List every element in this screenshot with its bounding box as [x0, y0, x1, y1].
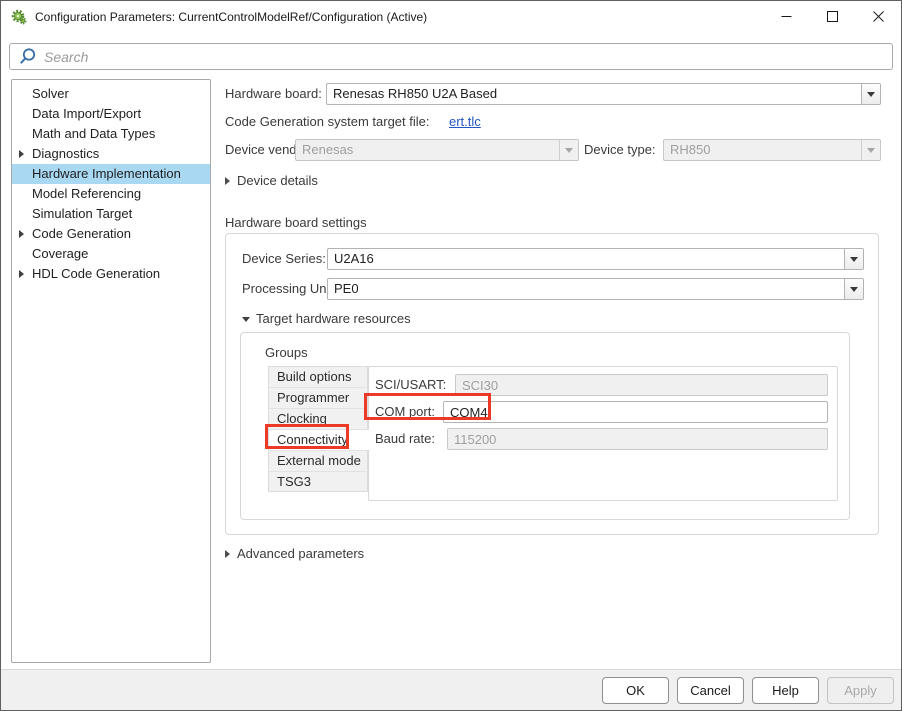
groups-tab-clocking[interactable]: Clocking — [268, 408, 368, 429]
sidebar-item-label: Code Generation — [32, 226, 131, 241]
groups-tab-connectivity[interactable]: Connectivity — [268, 429, 369, 450]
device-series-combobox[interactable]: U2A16 — [327, 248, 864, 270]
sidebar-item-diagnostics[interactable]: Diagnostics — [12, 144, 210, 164]
window-title: Configuration Parameters: CurrentControl… — [35, 1, 427, 33]
groups-tab-tsg3[interactable]: TSG3 — [268, 471, 368, 492]
chevron-down-icon — [559, 140, 578, 160]
com-port-field[interactable] — [443, 401, 828, 423]
com-port-label: COM port: — [375, 401, 435, 423]
maximize-button[interactable] — [809, 1, 855, 32]
sidebar-item-label: HDL Code Generation — [32, 266, 160, 281]
processing-unit-label: Processing Unit: — [242, 278, 337, 300]
groups-tab-strip: Build options Programmer Clocking Connec… — [268, 366, 369, 492]
sidebar-item-hardware-implementation[interactable]: Hardware Implementation — [12, 164, 210, 184]
groups-tab-build-options[interactable]: Build options — [268, 366, 368, 387]
com-port-row: COM port: — [369, 401, 837, 423]
chevron-down-icon[interactable] — [861, 84, 880, 104]
target-file-label: Code Generation system target file: — [225, 112, 430, 132]
sidebar-item-coverage[interactable]: Coverage — [12, 244, 210, 264]
sci-usart-field — [455, 374, 828, 396]
device-series-label: Device Series: — [242, 248, 326, 270]
device-type-value: RH850 — [664, 140, 861, 160]
triangle-right-icon — [225, 177, 230, 185]
sidebar-item-code-generation[interactable]: Code Generation — [12, 224, 210, 244]
sidebar-item-label: Model Referencing — [32, 186, 141, 201]
sidebar-item-label: Math and Data Types — [32, 126, 155, 141]
device-vendor-combobox: Renesas — [295, 139, 579, 161]
target-hardware-resources-toggle[interactable]: Target hardware resources — [242, 311, 411, 327]
device-vendor-value: Renesas — [296, 140, 559, 160]
sidebar-item-math-and-data-types[interactable]: Math and Data Types — [12, 124, 210, 144]
category-tree: Solver Data Import/Export Math and Data … — [11, 79, 211, 663]
hardware-board-settings-group: Device Series: U2A16 Processing Unit: PE… — [225, 233, 879, 535]
search-icon — [18, 47, 37, 66]
sidebar-item-model-referencing[interactable]: Model Referencing — [12, 184, 210, 204]
ert-tlc-link[interactable]: ert.tlc — [449, 112, 481, 132]
search-bar — [9, 43, 893, 70]
close-button[interactable] — [855, 1, 901, 32]
sidebar-item-solver[interactable]: Solver — [12, 84, 210, 104]
main-panel: Hardware board: Renesas RH850 U2A Based … — [225, 79, 885, 663]
sidebar-item-label: Hardware Implementation — [32, 166, 181, 181]
sidebar-item-data-import-export[interactable]: Data Import/Export — [12, 104, 210, 124]
footer-bar: OK Cancel Help Apply — [1, 669, 901, 710]
target-hardware-resources-group: Groups Build options Programmer Clocking… — [240, 332, 850, 520]
target-hardware-resources-label: Target hardware resources — [256, 311, 411, 326]
triangle-right-icon — [225, 550, 230, 558]
help-button[interactable]: Help — [752, 677, 819, 704]
chevron-down-icon — [861, 140, 880, 160]
window-controls — [763, 1, 901, 32]
triangle-down-icon — [242, 317, 250, 322]
baud-rate-row: Baud rate: — [369, 428, 837, 450]
device-series-value: U2A16 — [328, 249, 844, 269]
sidebar-item-label: Data Import/Export — [32, 106, 141, 121]
simulink-config-gear-icon — [11, 9, 27, 25]
device-details-toggle[interactable]: Device details — [225, 173, 318, 189]
connectivity-panel: SCI/USART: COM port: Baud rate: — [368, 366, 838, 501]
device-details-label: Device details — [237, 173, 318, 188]
groups-tab-external-mode[interactable]: External mode — [268, 450, 368, 471]
configuration-parameters-window: Configuration Parameters: CurrentControl… — [0, 0, 902, 711]
minimize-button[interactable] — [763, 1, 809, 32]
sidebar-item-hdl-code-generation[interactable]: HDL Code Generation — [12, 264, 210, 284]
advanced-parameters-label: Advanced parameters — [237, 546, 364, 561]
sidebar-item-label: Diagnostics — [32, 146, 99, 161]
hardware-board-label: Hardware board: — [225, 83, 322, 105]
advanced-parameters-toggle[interactable]: Advanced parameters — [225, 546, 364, 562]
sidebar-item-simulation-target[interactable]: Simulation Target — [12, 204, 210, 224]
chevron-down-icon[interactable] — [844, 249, 863, 269]
processing-unit-combobox[interactable]: PE0 — [327, 278, 864, 300]
sidebar-item-label: Solver — [32, 86, 69, 101]
sci-usart-row: SCI/USART: — [369, 374, 837, 396]
device-type-label: Device type: — [584, 139, 656, 161]
sidebar-item-label: Coverage — [32, 246, 88, 261]
sci-usart-label: SCI/USART: — [375, 374, 446, 396]
chevron-right-icon — [19, 270, 24, 278]
baud-rate-field — [447, 428, 828, 450]
chevron-right-icon — [19, 230, 24, 238]
device-type-combobox: RH850 — [663, 139, 881, 161]
groups-tab-programmer[interactable]: Programmer — [268, 387, 368, 408]
ok-button[interactable]: OK — [602, 677, 669, 704]
cancel-button[interactable]: Cancel — [677, 677, 744, 704]
baud-rate-label: Baud rate: — [375, 428, 435, 450]
groups-label: Groups — [265, 345, 308, 361]
sidebar-item-label: Simulation Target — [32, 206, 132, 221]
chevron-down-icon[interactable] — [844, 279, 863, 299]
processing-unit-value: PE0 — [328, 279, 844, 299]
hardware-board-settings-title: Hardware board settings — [225, 215, 367, 231]
chevron-right-icon — [19, 150, 24, 158]
hardware-board-value: Renesas RH850 U2A Based — [327, 84, 861, 104]
title-bar: Configuration Parameters: CurrentControl… — [1, 1, 901, 33]
search-input[interactable] — [9, 43, 893, 70]
apply-button: Apply — [827, 677, 894, 704]
hardware-board-combobox[interactable]: Renesas RH850 U2A Based — [326, 83, 881, 105]
